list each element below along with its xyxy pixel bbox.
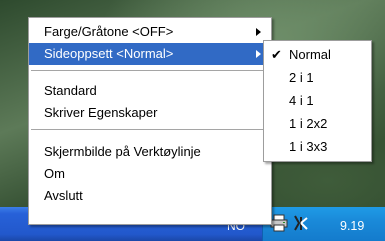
submenu-item-label: 1 i 3x3 bbox=[289, 139, 328, 154]
submenu-item-1-in-2x2[interactable]: 1 i 2x2 bbox=[264, 113, 371, 135]
menu-item-label: Sideoppsett <Normal> bbox=[44, 46, 174, 61]
menu-item-color-grayscale[interactable]: Farge/Gråtone <OFF> bbox=[29, 21, 271, 43]
menu-item-toolbar-screenshot[interactable]: Skjermbilde på Verktøylinje bbox=[29, 141, 271, 163]
menu-item-page-layout[interactable]: Sideoppsett <Normal> bbox=[29, 43, 271, 65]
clock[interactable]: 9.19 bbox=[340, 219, 364, 233]
submenu-item-4-in-1[interactable]: 4 i 1 bbox=[264, 90, 371, 112]
submenu-item-label: 4 i 1 bbox=[289, 93, 314, 108]
menu-item-about[interactable]: Om bbox=[29, 163, 271, 185]
menu-separator bbox=[31, 70, 269, 72]
page-layout-submenu: ✔ Normal 2 i 1 4 i 1 1 i 2x2 1 i 3x3 bbox=[263, 40, 372, 162]
menu-separator bbox=[31, 129, 269, 131]
menu-item-label: Skjermbilde på Verktøylinje bbox=[44, 144, 201, 159]
submenu-item-1-in-3x3[interactable]: 1 i 3x3 bbox=[264, 136, 371, 158]
menu-item-standard[interactable]: Standard bbox=[29, 80, 271, 102]
submenu-item-label: 1 i 2x2 bbox=[289, 116, 328, 131]
submenu-item-label: Normal bbox=[289, 47, 331, 62]
submenu-arrow-icon bbox=[256, 28, 261, 36]
submenu-arrow-icon bbox=[256, 50, 261, 58]
menu-item-label: Om bbox=[44, 166, 65, 181]
submenu-item-2-in-1[interactable]: 2 i 1 bbox=[264, 67, 371, 89]
menu-item-label: Skriver Egenskaper bbox=[44, 105, 158, 120]
network-icon[interactable] bbox=[292, 214, 310, 232]
menu-item-label: Farge/Gråtone <OFF> bbox=[44, 24, 174, 39]
printer-icon[interactable] bbox=[270, 214, 288, 232]
menu-item-printer-properties[interactable]: Skriver Egenskaper bbox=[29, 102, 271, 124]
menu-item-label: Avslutt bbox=[44, 188, 83, 203]
submenu-item-normal[interactable]: ✔ Normal bbox=[264, 44, 371, 66]
menu-item-exit[interactable]: Avslutt bbox=[29, 185, 271, 207]
context-menu: Farge/Gråtone <OFF> Sideoppsett <Normal>… bbox=[28, 17, 272, 225]
submenu-item-label: 2 i 1 bbox=[289, 70, 314, 85]
menu-item-label: Standard bbox=[44, 83, 97, 98]
checkmark-icon: ✔ bbox=[271, 47, 282, 62]
